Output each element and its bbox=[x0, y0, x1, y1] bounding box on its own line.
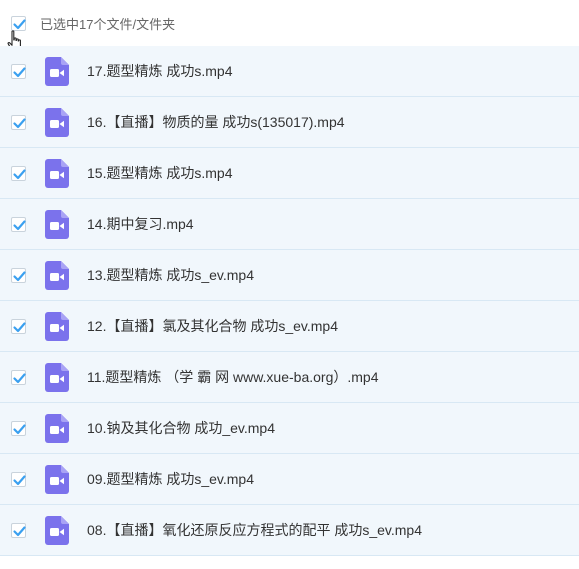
selection-count-text: 已选中17个文件/文件夹 bbox=[40, 16, 176, 32]
file-row[interactable]: 16.【直播】物质的量 成功s(135017).mp4 bbox=[0, 97, 579, 148]
video-file-icon bbox=[45, 464, 69, 494]
file-row[interactable]: 08.【直播】氧化还原反应方程式的配平 成功s_ev.mp4 bbox=[0, 505, 579, 556]
video-file-icon bbox=[45, 56, 69, 86]
checkmark-icon bbox=[13, 168, 26, 179]
file-checkbox[interactable] bbox=[11, 318, 26, 334]
file-checkbox[interactable] bbox=[11, 522, 26, 538]
checkmark-icon bbox=[13, 117, 26, 128]
video-file-icon bbox=[45, 413, 69, 443]
file-name[interactable]: 11.题型精炼 （学 霸 网 www.xue-ba.org）.mp4 bbox=[87, 367, 378, 387]
file-checkbox[interactable] bbox=[11, 114, 26, 130]
file-checkbox[interactable] bbox=[11, 369, 26, 385]
file-name[interactable]: 08.【直播】氧化还原反应方程式的配平 成功s_ev.mp4 bbox=[87, 520, 422, 540]
checkmark-icon bbox=[13, 423, 26, 434]
file-name[interactable]: 16.【直播】物质的量 成功s(135017).mp4 bbox=[87, 112, 345, 132]
file-name[interactable]: 10.钠及其化合物 成功_ev.mp4 bbox=[87, 418, 275, 438]
file-row[interactable]: 09.题型精炼 成功s_ev.mp4 bbox=[0, 454, 579, 505]
file-checkbox[interactable] bbox=[11, 165, 26, 181]
checkmark-icon bbox=[13, 372, 26, 383]
video-file-icon bbox=[45, 260, 69, 290]
checkmark-icon bbox=[13, 270, 26, 281]
file-row[interactable]: 17.题型精炼 成功s.mp4 bbox=[0, 46, 579, 97]
file-name[interactable]: 13.题型精炼 成功s_ev.mp4 bbox=[87, 265, 254, 285]
file-checkbox[interactable] bbox=[11, 63, 26, 79]
file-name[interactable]: 12.【直播】氯及其化合物 成功s_ev.mp4 bbox=[87, 316, 338, 336]
checkmark-icon bbox=[13, 525, 26, 536]
file-name[interactable]: 15.题型精炼 成功s.mp4 bbox=[87, 163, 232, 183]
checkmark-icon bbox=[13, 321, 26, 332]
file-name[interactable]: 14.期中复习.mp4 bbox=[87, 214, 194, 234]
video-file-icon bbox=[45, 209, 69, 239]
video-file-icon bbox=[45, 362, 69, 392]
checkmark-icon bbox=[13, 66, 26, 77]
file-checkbox[interactable] bbox=[11, 471, 26, 487]
selection-header: 已选中17个文件/文件夹 bbox=[0, 0, 579, 52]
file-name[interactable]: 17.题型精炼 成功s.mp4 bbox=[87, 61, 232, 81]
checkmark-icon bbox=[13, 219, 26, 230]
checkmark-icon bbox=[13, 474, 26, 485]
video-file-icon bbox=[45, 515, 69, 545]
file-name[interactable]: 09.题型精炼 成功s_ev.mp4 bbox=[87, 469, 254, 489]
file-row[interactable]: 11.题型精炼 （学 霸 网 www.xue-ba.org）.mp4 bbox=[0, 352, 579, 403]
file-row[interactable]: 15.题型精炼 成功s.mp4 bbox=[0, 148, 579, 199]
file-checkbox[interactable] bbox=[11, 216, 26, 232]
video-file-icon bbox=[45, 107, 69, 137]
video-file-icon bbox=[45, 311, 69, 341]
file-row[interactable]: 10.钠及其化合物 成功_ev.mp4 bbox=[0, 403, 579, 454]
file-list: 17.题型精炼 成功s.mp4 16.【直播】物质的量 成功s(135017).m… bbox=[0, 46, 579, 556]
file-row[interactable]: 13.题型精炼 成功s_ev.mp4 bbox=[0, 250, 579, 301]
file-row[interactable]: 14.期中复习.mp4 bbox=[0, 199, 579, 250]
select-all-checkbox[interactable] bbox=[11, 15, 26, 31]
file-checkbox[interactable] bbox=[11, 420, 26, 436]
file-checkbox[interactable] bbox=[11, 267, 26, 283]
video-file-icon bbox=[45, 158, 69, 188]
file-row[interactable]: 12.【直播】氯及其化合物 成功s_ev.mp4 bbox=[0, 301, 579, 352]
